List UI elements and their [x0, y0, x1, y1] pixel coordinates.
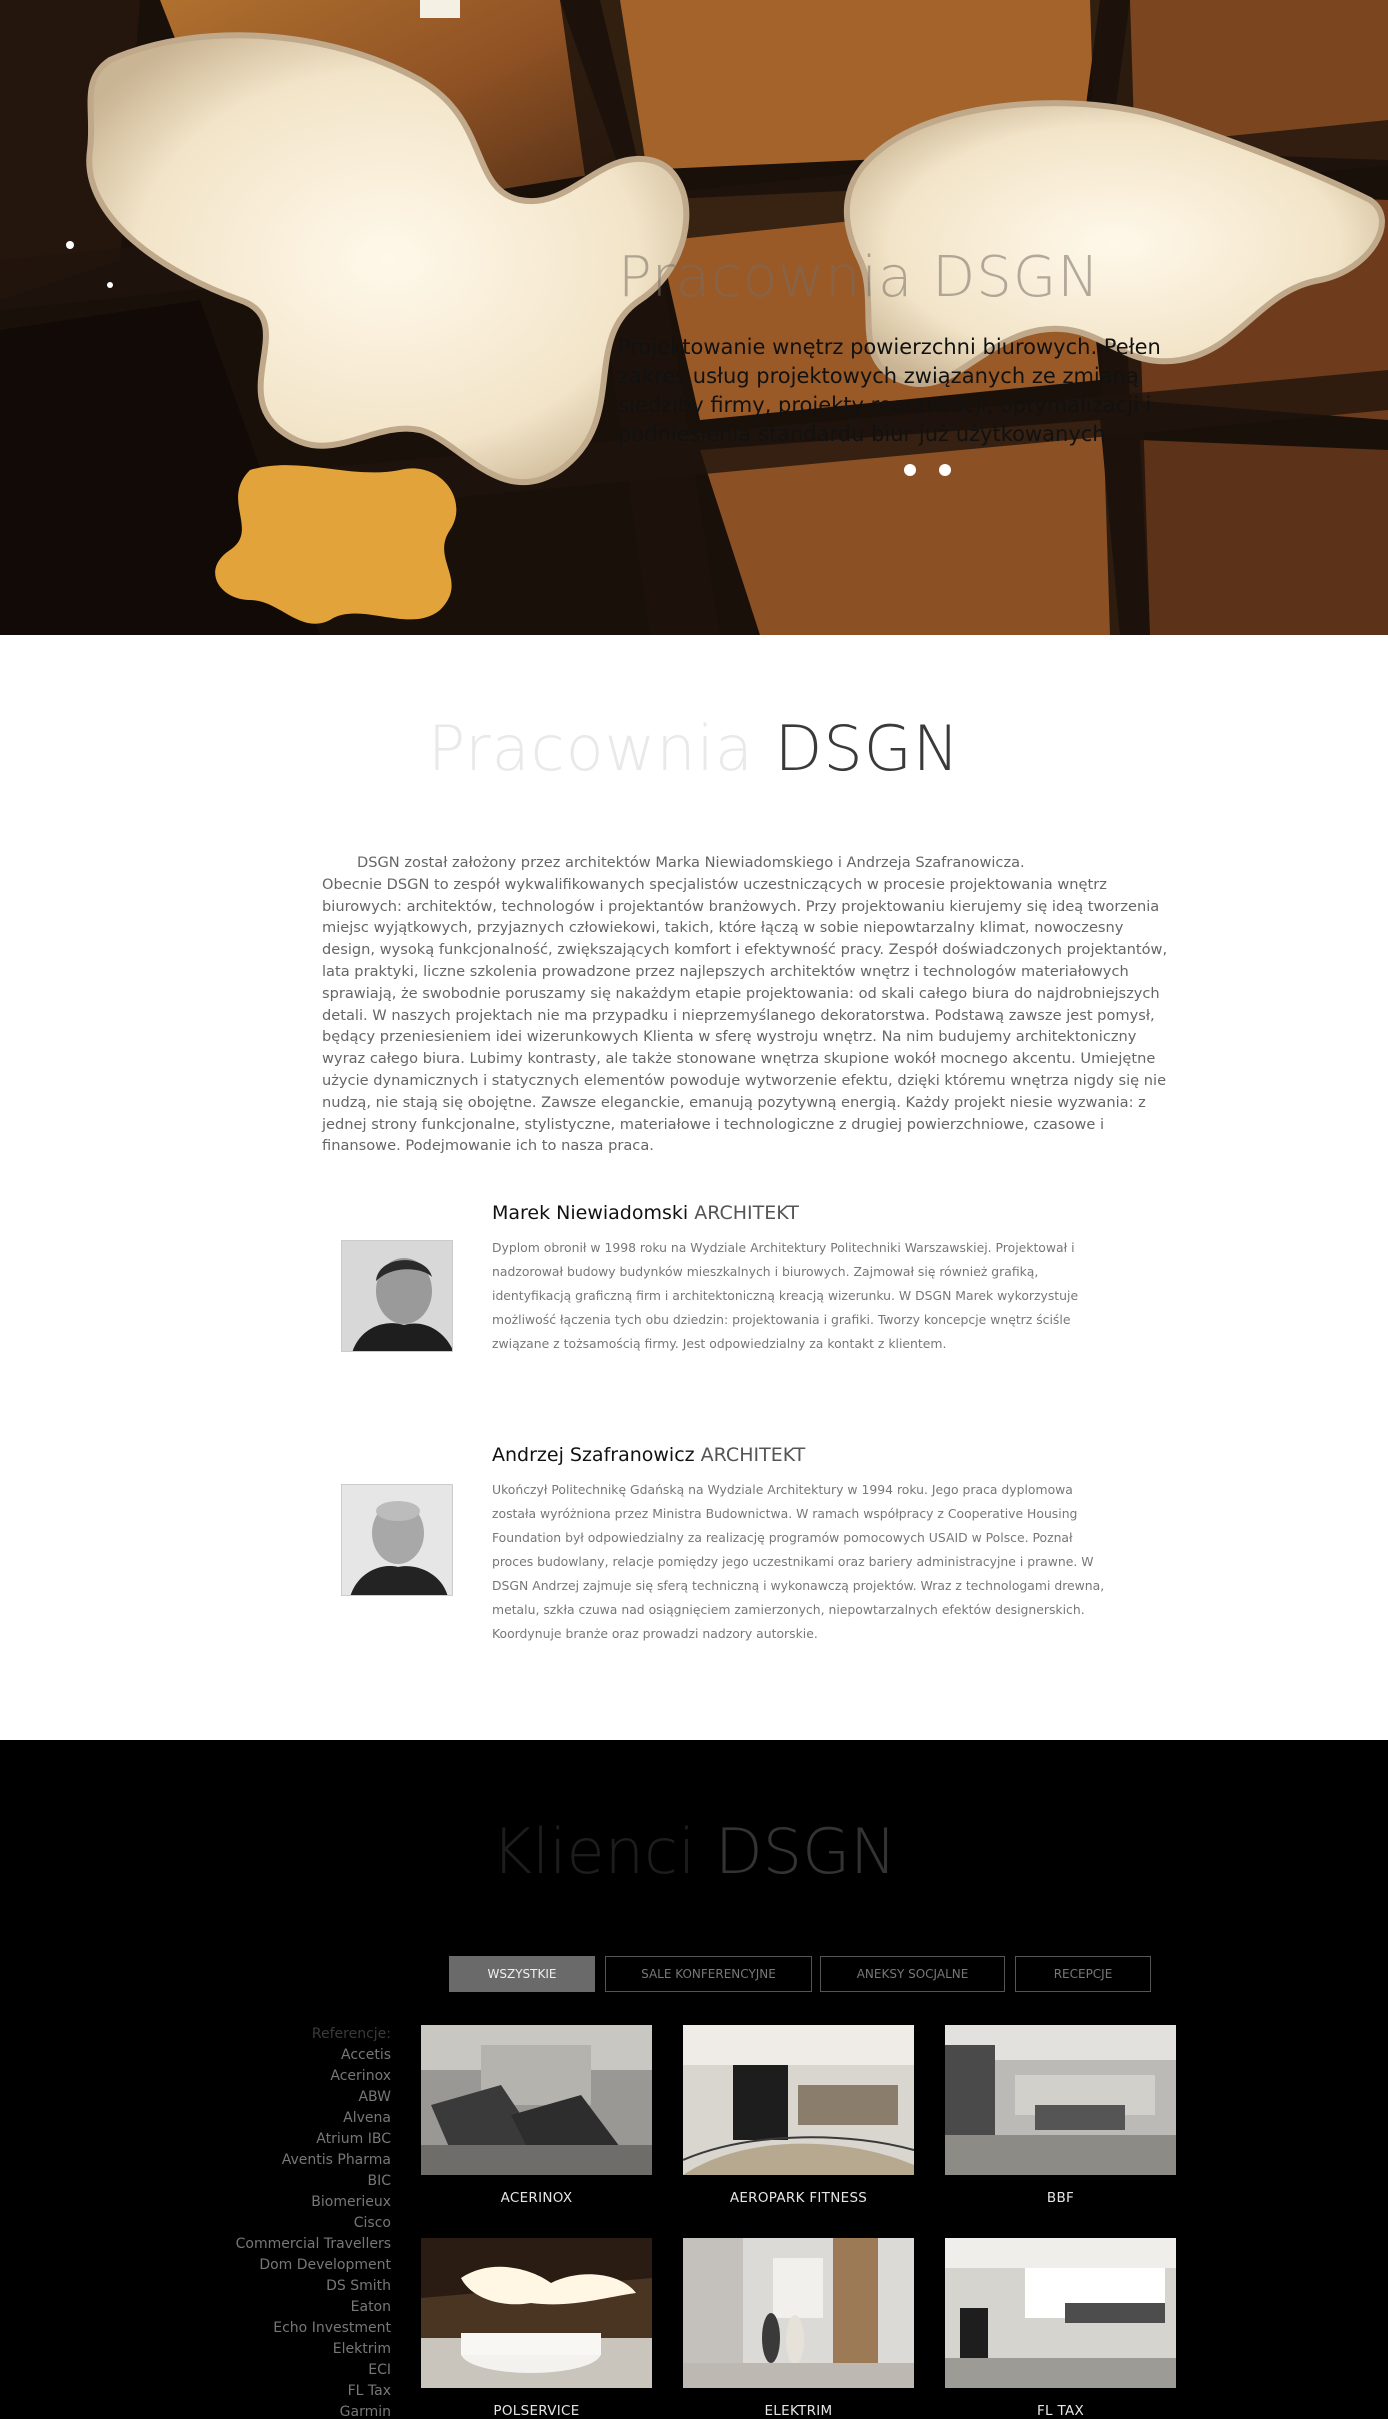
- filter-conference-rooms[interactable]: SALE KONFERENCYJNE: [605, 1956, 812, 1992]
- project-tile-bbf[interactable]: BBF: [945, 2025, 1176, 2206]
- project-image[interactable]: [683, 2025, 914, 2175]
- about-title-light: Pracownia: [427, 712, 754, 785]
- reference-item[interactable]: Echo Investment: [150, 2318, 391, 2339]
- reference-item[interactable]: DS Smith: [150, 2276, 391, 2297]
- clients-title-light: Klienci: [491, 1815, 696, 1888]
- reference-item[interactable]: Commercial Travellers: [150, 2234, 391, 2255]
- filter-social-areas[interactable]: ANEKSY SOCJALNE: [820, 1956, 1005, 1992]
- project-caption: BBF: [1046, 2190, 1075, 2206]
- team-member-bio: Dyplom obronił w 1998 roku na Wydziale A…: [492, 1240, 1079, 1351]
- filter-receptions[interactable]: RECEPCJE: [1015, 1956, 1151, 1992]
- reference-item[interactable]: Biomerieux: [150, 2192, 391, 2213]
- reference-item[interactable]: Cisco: [150, 2213, 391, 2234]
- team-member-role: ARCHITEKT: [694, 1202, 799, 1224]
- team-member-name-text: Andrzej Szafranowicz: [492, 1444, 695, 1466]
- about-body: Obecnie DSGN to zespół wykwalifikowanych…: [322, 875, 1168, 1155]
- about-title: Pracownia DSGN: [0, 712, 1388, 785]
- hero-title: Pracownia DSGN: [618, 245, 1101, 310]
- project-caption: POLSERVICE: [493, 2403, 580, 2419]
- reference-item[interactable]: ABW: [150, 2087, 391, 2108]
- clients-section: Klienci DSGN WSZYSTKIE SALE KONFERENCYJN…: [0, 1740, 1388, 2419]
- reference-item[interactable]: Dom Development: [150, 2255, 391, 2276]
- avatar: [341, 1240, 453, 1352]
- clients-title-dark: DSGN: [715, 1815, 897, 1888]
- project-image[interactable]: [683, 2238, 914, 2388]
- about-text: DSGN został założony przez architektów M…: [322, 852, 1177, 1157]
- team-member-name-text: Marek Niewiadomski: [492, 1202, 689, 1224]
- project-image[interactable]: [421, 2238, 652, 2388]
- hero-banner: Pracownia DSGN Projektowanie wnętrz powi…: [0, 0, 1388, 635]
- project-caption: ELEKTRIM: [764, 2403, 833, 2419]
- reference-item[interactable]: ECI: [150, 2360, 391, 2381]
- team-member-bio: Ukończył Politechnikę Gdańską na Wydzial…: [492, 1482, 1105, 1641]
- portrait-photo-andrzej: [342, 1485, 452, 1595]
- reference-item[interactable]: Atrium IBC: [150, 2129, 391, 2150]
- project-image[interactable]: [421, 2025, 652, 2175]
- about-title-dark: DSGN: [774, 712, 961, 785]
- project-caption: AEROPARK FITNESS: [729, 2190, 868, 2206]
- project-tile-acerinox[interactable]: ACERINOX: [421, 2025, 652, 2206]
- hero-photo-ceiling-lamps: [0, 0, 1388, 635]
- reference-item[interactable]: Alvena: [150, 2108, 391, 2129]
- hero-description: Projektowanie wnętrz powierzchni biurowy…: [618, 335, 1161, 446]
- filter-all[interactable]: WSZYSTKIE: [449, 1956, 595, 1992]
- clients-title: Klienci DSGN: [0, 1815, 1388, 1888]
- references-list: Referencje: Accetis Acerinox ABW Alvena …: [150, 2024, 391, 2419]
- project-tile-fl-tax[interactable]: FL TAX: [945, 2238, 1176, 2419]
- project-caption: ACERINOX: [500, 2190, 573, 2206]
- reference-item[interactable]: FL Tax: [150, 2381, 391, 2402]
- project-image[interactable]: [945, 2238, 1176, 2388]
- team-member-marek: Marek Niewiadomski ARCHITEKT Dyplom obro…: [322, 1196, 1182, 1356]
- reference-item[interactable]: Acerinox: [150, 2066, 391, 2087]
- project-image[interactable]: [945, 2025, 1176, 2175]
- about-intro: DSGN został założony przez architektów M…: [357, 854, 1025, 871]
- project-tile-aeropark-fitness[interactable]: AEROPARK FITNESS: [683, 2025, 914, 2206]
- reference-item[interactable]: Eaton: [150, 2297, 391, 2318]
- project-tile-polservice[interactable]: POLSERVICE: [421, 2238, 652, 2419]
- reference-item[interactable]: Elektrim: [150, 2339, 391, 2360]
- reference-item[interactable]: Accetis: [150, 2045, 391, 2066]
- team-member-role: ARCHITEKT: [700, 1444, 806, 1466]
- team-member-andrzej: Andrzej Szafranowicz ARCHITEKT Ukończył …: [322, 1438, 1182, 1648]
- portrait-photo-marek: [342, 1241, 452, 1351]
- references-label: Referencje:: [311, 2026, 391, 2042]
- reference-item[interactable]: Garmin: [150, 2402, 391, 2419]
- project-tile-elektrim[interactable]: ELEKTRIM: [683, 2238, 914, 2419]
- team-member-name: Andrzej Szafranowicz ARCHITEKT: [492, 1444, 805, 1466]
- team-member-name: Marek Niewiadomski ARCHITEKT: [492, 1202, 799, 1224]
- reference-item[interactable]: Aventis Pharma: [150, 2150, 391, 2171]
- avatar: [341, 1484, 453, 1596]
- reference-item[interactable]: BIC: [150, 2171, 391, 2192]
- project-caption: FL TAX: [1036, 2403, 1085, 2419]
